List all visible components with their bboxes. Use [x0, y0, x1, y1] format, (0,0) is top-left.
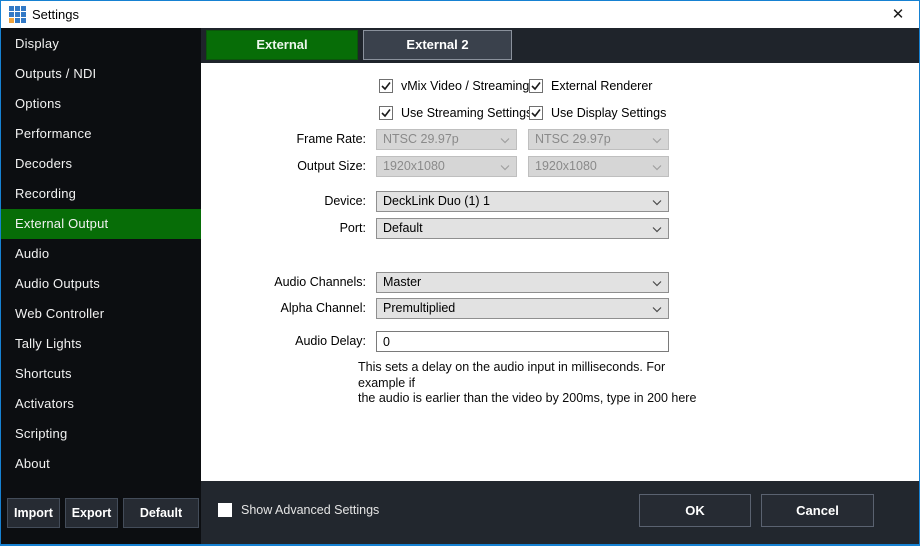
sidebar-item-shortcuts[interactable]: Shortcuts	[1, 359, 201, 389]
checkbox-checked-icon[interactable]	[379, 106, 393, 120]
chevron-down-icon	[652, 164, 662, 171]
tab-external-2[interactable]: External 2	[363, 30, 512, 60]
ok-button[interactable]: OK	[639, 494, 751, 527]
audio-channels-row: Audio Channels: Master	[201, 272, 919, 293]
sidebar-item-tally-lights[interactable]: Tally Lights	[1, 329, 201, 359]
output-size-dropdown-2[interactable]: 1920x1080	[528, 156, 669, 177]
device-label: Device:	[201, 191, 366, 212]
chevron-down-icon	[500, 164, 510, 171]
port-dropdown[interactable]: Default	[376, 218, 669, 239]
audio-delay-row: Audio Delay:	[201, 331, 919, 352]
sidebar-item-scripting[interactable]: Scripting	[1, 419, 201, 449]
chevron-down-icon	[652, 280, 662, 287]
chevron-down-icon	[652, 137, 662, 144]
alpha-channel-row: Alpha Channel: Premultiplied	[201, 298, 919, 319]
sidebar-item-activators[interactable]: Activators	[1, 389, 201, 419]
alpha-channel-dropdown[interactable]: Premultiplied	[376, 298, 669, 319]
checkbox-label: Use Streaming Settings	[401, 106, 532, 120]
frame-rate-label: Frame Rate:	[201, 129, 366, 150]
checkbox-row-2: Use Streaming Settings Use Display Setti…	[201, 104, 919, 122]
sidebar: Display Outputs / NDI Options Performanc…	[1, 28, 201, 544]
audio-channels-label: Audio Channels:	[201, 272, 366, 293]
checkbox-checked-icon[interactable]	[379, 79, 393, 93]
chevron-down-icon	[652, 226, 662, 233]
output-size-row: Output Size: 1920x1080 1920x1080	[201, 156, 919, 177]
vmix-app-icon	[9, 6, 26, 23]
device-dropdown[interactable]: DeckLink Duo (1) 1	[376, 191, 669, 212]
export-button[interactable]: Export	[65, 498, 118, 528]
checkbox-checked-icon[interactable]	[529, 106, 543, 120]
output-size-dropdown-1[interactable]: 1920x1080	[376, 156, 517, 177]
chevron-down-icon	[652, 199, 662, 206]
sidebar-item-display[interactable]: Display	[1, 29, 201, 59]
checkbox-unchecked-icon[interactable]	[218, 503, 232, 517]
port-label: Port:	[201, 218, 366, 239]
checkbox-row-1: vMix Video / Streaming External Renderer	[201, 77, 919, 95]
sidebar-item-audio-outputs[interactable]: Audio Outputs	[1, 269, 201, 299]
audio-delay-input[interactable]	[376, 331, 669, 352]
close-icon[interactable]: ✕	[881, 1, 915, 28]
frame-rate-row: Frame Rate: NTSC 29.97p NTSC 29.97p	[201, 129, 919, 150]
external-output-panel: vMix Video / Streaming External Renderer…	[201, 63, 919, 481]
external-renderer-checkbox[interactable]: External Renderer	[529, 77, 652, 95]
sidebar-item-performance[interactable]: Performance	[1, 119, 201, 149]
output-size-label: Output Size:	[201, 156, 366, 177]
alpha-channel-label: Alpha Channel:	[201, 298, 366, 319]
sidebar-item-audio[interactable]: Audio	[1, 239, 201, 269]
checkbox-checked-icon[interactable]	[529, 79, 543, 93]
title-bar: Settings ✕	[1, 1, 919, 28]
frame-rate-dropdown-1[interactable]: NTSC 29.97p	[376, 129, 517, 150]
cancel-button[interactable]: Cancel	[761, 494, 874, 527]
sidebar-item-recording[interactable]: Recording	[1, 179, 201, 209]
sidebar-item-web-controller[interactable]: Web Controller	[1, 299, 201, 329]
settings-window: Settings ✕ Display Outputs / NDI Options…	[0, 0, 920, 546]
port-row: Port: Default	[201, 218, 919, 239]
use-display-settings-checkbox[interactable]: Use Display Settings	[529, 104, 666, 122]
frame-rate-dropdown-2[interactable]: NTSC 29.97p	[528, 129, 669, 150]
checkbox-label: vMix Video / Streaming	[401, 79, 529, 93]
default-button[interactable]: Default	[123, 498, 199, 528]
device-row: Device: DeckLink Duo (1) 1	[201, 191, 919, 212]
use-streaming-settings-checkbox[interactable]: Use Streaming Settings	[379, 104, 532, 122]
import-button[interactable]: Import	[7, 498, 60, 528]
checkbox-label: External Renderer	[551, 79, 652, 93]
footer-bar: Show Advanced Settings OK Cancel	[201, 481, 919, 544]
chevron-down-icon	[652, 306, 662, 313]
tab-external[interactable]: External	[206, 30, 358, 60]
sidebar-item-about[interactable]: About	[1, 449, 201, 479]
window-title: Settings	[32, 1, 79, 28]
sidebar-list: Display Outputs / NDI Options Performanc…	[1, 28, 201, 479]
sidebar-item-options[interactable]: Options	[1, 89, 201, 119]
show-advanced-settings-checkbox[interactable]: Show Advanced Settings	[218, 503, 379, 517]
chevron-down-icon	[500, 137, 510, 144]
audio-delay-label: Audio Delay:	[201, 331, 366, 352]
sidebar-item-external-output[interactable]: External Output	[1, 209, 201, 239]
tab-bar: External External 2	[201, 28, 919, 63]
show-advanced-settings-label: Show Advanced Settings	[241, 503, 379, 517]
vmix-video-streaming-checkbox[interactable]: vMix Video / Streaming	[379, 77, 529, 95]
checkbox-label: Use Display Settings	[551, 106, 666, 120]
sidebar-item-outputs-ndi[interactable]: Outputs / NDI	[1, 59, 201, 89]
audio-channels-dropdown[interactable]: Master	[376, 272, 669, 293]
sidebar-item-decoders[interactable]: Decoders	[1, 149, 201, 179]
audio-delay-helper-text: This sets a delay on the audio input in …	[358, 360, 698, 407]
